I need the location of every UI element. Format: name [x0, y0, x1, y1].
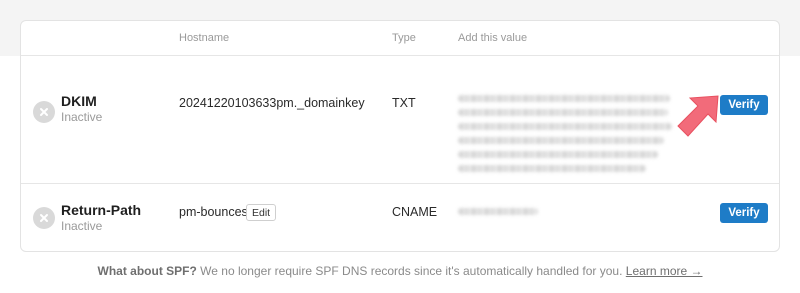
learn-more-link[interactable]: Learn more → [626, 264, 703, 278]
pointer-arrow-icon [677, 95, 719, 137]
record-hostname: 20241220103633pm._domainkey [179, 96, 365, 110]
dns-records-table: Hostname Type Add this value DKIM Inacti… [20, 20, 780, 252]
table-row-dkim: DKIM Inactive 20241220103633pm._domainke… [21, 57, 779, 184]
header-type: Type [392, 32, 416, 44]
verify-button[interactable]: Verify [720, 95, 768, 115]
record-name: Return-Path [61, 202, 142, 218]
close-circle-icon [33, 207, 55, 229]
close-circle-icon [33, 101, 55, 123]
record-type: TXT [392, 96, 416, 110]
verify-button[interactable]: Verify [720, 203, 768, 223]
edit-hostname-button[interactable]: Edit [246, 204, 277, 221]
record-type: CNAME [392, 205, 438, 219]
record-status: Inactive [61, 110, 103, 124]
table-header: Hostname Type Add this value [21, 21, 779, 56]
spf-footer-note: What about SPF? We no longer require SPF… [0, 264, 800, 278]
header-hostname: Hostname [179, 32, 230, 44]
record-name: DKIM [61, 93, 97, 109]
table-row-return-path: Return-Path Inactive pm-bounces Edit CNA… [21, 185, 779, 252]
record-status: Inactive [61, 219, 103, 233]
record-value-redacted [458, 95, 672, 179]
record-hostname: pm-bounces [179, 205, 248, 219]
footer-question: What about SPF? [97, 264, 197, 278]
header-value: Add this value [458, 32, 528, 44]
record-value-redacted [458, 208, 538, 222]
footer-text: We no longer require SPF DNS records sin… [200, 264, 623, 278]
